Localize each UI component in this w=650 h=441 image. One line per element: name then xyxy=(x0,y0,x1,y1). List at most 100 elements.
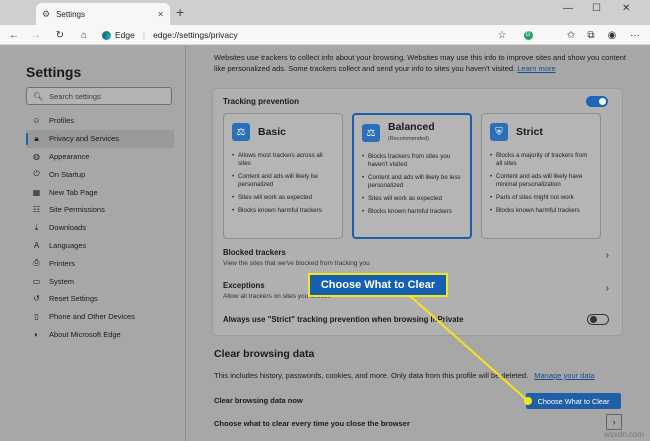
search-input[interactable] xyxy=(49,91,170,101)
back-button[interactable]: ← xyxy=(6,27,22,43)
favorite-button[interactable]: ☆ xyxy=(494,27,510,43)
tab-strip: ⚙ Settings ✕ + — ☐ ✕ xyxy=(0,0,650,25)
profile-button[interactable]: ◉ xyxy=(604,27,620,43)
sidebar-item-phone-devices[interactable]: ▯ Phone and Other Devices xyxy=(26,308,174,326)
grammarly-icon: G xyxy=(523,30,533,40)
sidebar-item-label: About Microsoft Edge xyxy=(49,329,121,339)
favorites-bar-button[interactable]: ✩ xyxy=(563,27,579,43)
address-separator: | xyxy=(142,30,146,40)
arrow-right-icon: → xyxy=(31,29,41,41)
option-point: Parts of sites might not work xyxy=(490,194,592,202)
sidebar-item-new-tab-page[interactable]: ▦ New Tab Page xyxy=(26,183,174,201)
sidebar-item-label: Profiles xyxy=(49,116,75,126)
collections-icon: ⧉ xyxy=(587,29,595,41)
sidebar: Settings 🔍︎ ☺ Profiles 🔒︎ Privacy and Serv… xyxy=(0,46,186,441)
option-point: Blocks known harmful trackers xyxy=(232,207,334,215)
printer-icon: ⎙ xyxy=(33,258,40,268)
sidebar-item-label: Phone and Other Devices xyxy=(49,312,135,322)
menu-button[interactable]: ··· xyxy=(627,27,643,43)
main-content: Websites use trackers to collect info ab… xyxy=(187,46,650,441)
download-icon: ⤓ xyxy=(34,222,39,232)
strict-shield-icon: ⛨ xyxy=(490,123,508,141)
language-icon: A xyxy=(33,240,40,250)
new-tab-button[interactable]: + xyxy=(176,4,184,20)
chevron-right-icon: › xyxy=(605,283,609,294)
collections-button[interactable]: ⧉ xyxy=(583,27,599,43)
home-icon: ⌂ xyxy=(80,29,88,41)
clear-browsing-title: Clear browsing data xyxy=(214,348,315,360)
option-basic[interactable]: ⚖ Basic Allows most trackers across all … xyxy=(223,113,343,239)
option-point: Blocks known harmful trackers xyxy=(490,207,592,215)
tab-settings[interactable]: ⚙ Settings ✕ xyxy=(36,3,170,25)
sidebar-item-downloads[interactable]: ⤓ Downloads xyxy=(26,219,174,237)
person-icon: ☺ xyxy=(32,116,41,126)
option-point: Blocks trackers from sites you haven't v… xyxy=(362,153,462,169)
option-point: Sites will work as expected xyxy=(362,195,462,203)
lock-icon: 🔒︎ xyxy=(34,133,39,143)
tab-close-button[interactable]: ✕ xyxy=(157,10,164,19)
sidebar-item-appearance[interactable]: ◍ Appearance xyxy=(26,148,174,166)
sidebar-item-printers[interactable]: ⎙ Printers xyxy=(26,254,174,272)
callout-label: Choose What to Clear xyxy=(308,273,448,297)
option-point: Content and ads will likely be personali… xyxy=(232,173,334,189)
refresh-icon: ↻ xyxy=(55,29,65,41)
sidebar-item-label: On Startup xyxy=(49,169,86,179)
blocked-trackers-row[interactable]: Blocked trackers View the sites that we'… xyxy=(223,248,613,267)
option-point: Allows most trackers across all sites xyxy=(232,152,334,168)
option-name: Balanced xyxy=(388,120,435,133)
maximize-button[interactable]: ☐ xyxy=(592,3,601,14)
choose-what-to-clear-button[interactable]: Choose What to Clear xyxy=(526,393,621,409)
learn-more-link[interactable]: Learn more xyxy=(517,64,555,73)
more-icon: ··· xyxy=(630,29,640,41)
site-name: Edge xyxy=(115,30,135,40)
tracking-prevention-title: Tracking prevention xyxy=(223,97,300,106)
sidebar-item-profiles[interactable]: ☺ Profiles xyxy=(26,112,174,130)
sidebar-item-label: Site Permissions xyxy=(49,205,105,215)
option-point: Blocks known harmful trackers xyxy=(362,208,462,216)
arrow-left-icon: ← xyxy=(9,29,19,41)
basic-shield-icon: ⚖ xyxy=(232,123,250,141)
option-point: Sites will work as expected xyxy=(232,194,334,202)
sidebar-item-label: Printers xyxy=(49,258,75,268)
tracking-prevention-toggle[interactable] xyxy=(586,96,608,107)
intro-text: Websites use trackers to collect info ab… xyxy=(214,53,627,73)
sidebar-item-reset-settings[interactable]: ↺ Reset Settings xyxy=(26,290,174,308)
sidebar-item-site-permissions[interactable]: ☷ Site Permissions xyxy=(26,201,174,219)
search-box[interactable]: 🔍︎ xyxy=(26,87,172,105)
option-strict[interactable]: ⛨ Strict Blocks a majority of trackers f… xyxy=(481,113,601,239)
inprivate-strict-toggle[interactable] xyxy=(587,314,609,325)
sidebar-item-label: Languages xyxy=(49,240,87,250)
refresh-button[interactable]: ↻ xyxy=(52,27,68,43)
sliders-icon: ☷ xyxy=(32,205,41,215)
sidebar-item-languages[interactable]: A Languages xyxy=(26,237,174,255)
balanced-scale-icon: ⚖ xyxy=(362,124,380,142)
extension-button[interactable]: G xyxy=(520,27,536,43)
forward-button[interactable]: → xyxy=(28,27,44,43)
reset-icon: ↺ xyxy=(33,294,40,304)
tracking-prevention-card: Tracking prevention ⚖ Basic Allows most … xyxy=(213,89,622,335)
minimize-button[interactable]: — xyxy=(563,3,573,14)
toolbar: ← → ↻ ⌂ Edge | edge://settings/privacy ☆… xyxy=(0,25,650,45)
option-name: Basic xyxy=(258,125,287,138)
grid-icon: ▦ xyxy=(32,187,41,197)
clear-now-label: Clear browsing data now xyxy=(214,396,303,405)
sidebar-item-label: Downloads xyxy=(49,223,87,233)
sidebar-item-label: New Tab Page xyxy=(49,187,98,197)
tab-title: Settings xyxy=(56,9,85,19)
close-window-button[interactable]: ✕ xyxy=(622,3,630,14)
sidebar-item-on-startup[interactable]: ⏻ On Startup xyxy=(26,165,174,183)
search-icon: 🔍︎ xyxy=(33,91,44,101)
option-balanced[interactable]: ⚖ Balanced (Recommended) Blocks trackers… xyxy=(352,113,472,239)
address-bar[interactable]: Edge | edge://settings/privacy xyxy=(102,27,522,43)
inprivate-strict-label: Always use "Strict" tracking prevention … xyxy=(223,315,464,324)
clear-on-close-chevron[interactable]: › xyxy=(606,414,622,430)
palette-icon: ◍ xyxy=(33,151,40,161)
blocked-trackers-title: Blocked trackers xyxy=(223,248,286,257)
sidebar-item-privacy[interactable]: 🔒︎ Privacy and Services xyxy=(26,129,174,148)
manage-data-link[interactable]: Manage your data xyxy=(534,371,594,380)
home-button[interactable]: ⌂ xyxy=(76,27,92,43)
sidebar-item-about-edge[interactable]: ◐ About Microsoft Edge xyxy=(26,326,174,344)
sidebar-item-system[interactable]: ▭ System xyxy=(26,272,174,290)
laptop-icon: ▭ xyxy=(32,276,41,286)
chevron-right-icon: › xyxy=(612,417,616,427)
